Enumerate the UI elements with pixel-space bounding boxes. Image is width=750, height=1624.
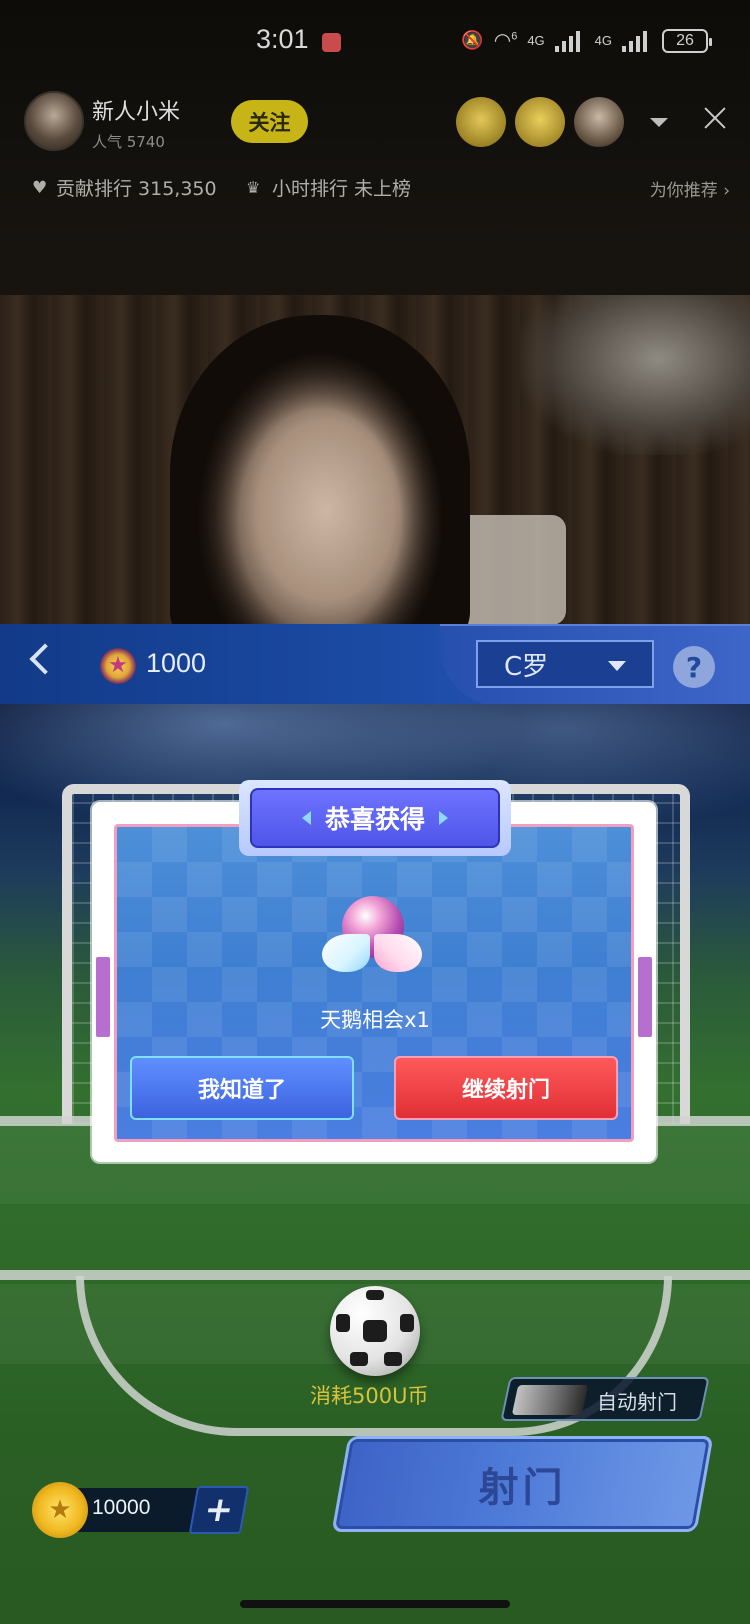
host-avatar[interactable] bbox=[24, 91, 84, 151]
streamer-hair-image bbox=[170, 315, 470, 625]
network-label-1: 4G bbox=[527, 33, 545, 48]
wifi-badge: 6 bbox=[511, 30, 518, 43]
home-indicator[interactable] bbox=[240, 1600, 510, 1608]
close-icon[interactable] bbox=[701, 104, 729, 132]
points-value: 1000 bbox=[146, 648, 207, 678]
shoot-button[interactable]: 射门 bbox=[331, 1436, 714, 1532]
crown-icon: ♛ bbox=[246, 177, 261, 197]
got-it-button[interactable]: 我知道了 bbox=[130, 1056, 354, 1120]
caret-down-icon bbox=[608, 661, 626, 671]
recommend-link[interactable]: 为你推荐 › bbox=[650, 176, 730, 201]
signal-icon bbox=[554, 30, 585, 52]
player-select[interactable]: C罗 bbox=[476, 640, 654, 688]
heart-icon: ♥ bbox=[32, 177, 48, 198]
host-popularity: 人气 5740 bbox=[92, 133, 165, 151]
host-name[interactable]: 新人小米 bbox=[92, 94, 180, 126]
viewer-avatar[interactable] bbox=[456, 97, 506, 147]
lamp-image bbox=[520, 295, 750, 455]
status-bar: 3:01 🔕 ◠6 4G 4G 26 bbox=[0, 0, 750, 84]
modal-left-wing bbox=[96, 957, 110, 1037]
game-header: ★ 1000 C罗 ? bbox=[0, 624, 750, 706]
auto-shoot-switch[interactable] bbox=[511, 1385, 589, 1415]
battery-icon: 26 bbox=[662, 28, 712, 53]
star-points-icon: ★ bbox=[100, 648, 136, 684]
auto-shoot-label: 自动射门 bbox=[597, 1390, 677, 1414]
modal-right-wing bbox=[638, 957, 652, 1037]
hourly-rank[interactable]: ♛ 小时排行 未上榜 bbox=[246, 174, 411, 201]
viewer-avatar[interactable] bbox=[515, 97, 565, 147]
modal-title-text: 恭喜获得 bbox=[324, 805, 425, 834]
pillow-image bbox=[456, 515, 566, 625]
live-video[interactable] bbox=[0, 295, 750, 625]
mute-bell-icon: 🔕 bbox=[461, 30, 484, 50]
shoot-button-label: 射门 bbox=[478, 1465, 567, 1511]
modal-title: 恭喜获得 bbox=[250, 788, 500, 848]
hourly-rank-label: 小时排行 未上榜 bbox=[272, 178, 412, 200]
swan-wing-left bbox=[322, 934, 370, 972]
gift-name: 天鹅相会x1 bbox=[320, 1008, 430, 1032]
chevron-down-icon[interactable] bbox=[650, 118, 668, 127]
triangle-left-icon bbox=[301, 811, 311, 825]
coin-icon: ★ bbox=[32, 1482, 88, 1538]
status-time: 3:01 bbox=[256, 24, 309, 54]
wifi-icon: ◠6 bbox=[493, 30, 518, 52]
soccer-ball-icon bbox=[330, 1286, 420, 1376]
continue-shooting-button[interactable]: 继续射门 bbox=[394, 1056, 618, 1120]
viewer-avatar[interactable] bbox=[574, 97, 624, 147]
help-icon[interactable]: ? bbox=[673, 646, 715, 688]
add-coins-button[interactable]: + bbox=[188, 1486, 250, 1534]
network-label-2: 4G bbox=[594, 33, 612, 48]
contribution-rank[interactable]: ♥ 贡献排行 315,350 bbox=[32, 174, 217, 201]
shot-cost: 消耗500U币 bbox=[310, 1384, 429, 1408]
status-icons: 🔕 ◠6 4G 4G 26 bbox=[461, 28, 712, 53]
coin-balance: 10000 bbox=[92, 1496, 151, 1519]
player-select-value: C罗 bbox=[504, 651, 549, 682]
live-stream-area: 3:01 🔕 ◠6 4G 4G 26 新人小米 人气 5740 关注 ♥ 贡献排… bbox=[0, 0, 750, 625]
app-notification-icon bbox=[322, 33, 341, 52]
follow-button[interactable]: 关注 bbox=[231, 100, 308, 143]
triangle-right-icon bbox=[439, 811, 448, 825]
contribution-rank-label: 贡献排行 315,350 bbox=[56, 178, 217, 200]
signal-icon-2 bbox=[622, 30, 652, 52]
swan-gift-icon bbox=[322, 896, 422, 986]
swan-wing-right bbox=[374, 934, 422, 972]
back-icon[interactable] bbox=[29, 643, 61, 675]
